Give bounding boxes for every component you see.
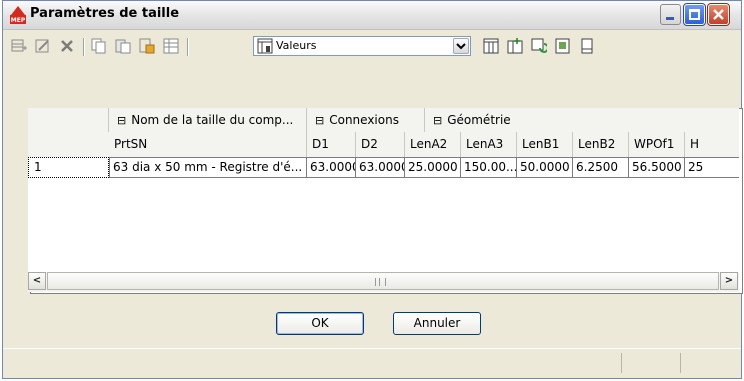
copy-icon[interactable]	[91, 38, 107, 54]
column-header-row: PrtSN D1 D2 LenA2 LenA3 LenB1 LenB2 WPOf…	[28, 132, 739, 158]
dropdown-button[interactable]	[453, 38, 469, 54]
page-icon[interactable]	[579, 38, 595, 54]
toolbar-separator	[187, 38, 189, 56]
table-cell[interactable]: 50.0000	[517, 157, 573, 178]
view-select[interactable]: Valeurs	[253, 36, 471, 56]
cancel-button[interactable]: Annuler	[393, 312, 481, 335]
arrow-left-icon: <	[32, 275, 42, 286]
column-group-header-row: ⊟ Nom de la taille du comp... ⊟ Connexions…	[28, 108, 739, 157]
title-bar[interactable]: MEP Paramètres de taille	[3, 1, 741, 30]
scrollbar-thumb[interactable]	[47, 272, 719, 290]
minimize-icon	[666, 17, 674, 20]
window-title: Paramètres de taille	[30, 6, 180, 21]
ok-button[interactable]: OK	[276, 312, 364, 335]
paste-icon[interactable]	[115, 38, 131, 54]
table-cell[interactable]: 63.0000	[356, 157, 405, 178]
horizontal-scrollbar[interactable]: < >	[28, 272, 739, 292]
group-header-connections[interactable]: ⊟ Connexions	[307, 108, 425, 132]
add-row-icon[interactable]	[11, 38, 27, 54]
edit-row-icon[interactable]	[35, 38, 51, 54]
grid-content: ⊟ Nom de la taille du comp... ⊟ Connexions…	[28, 108, 739, 272]
status-pane-divider	[621, 353, 622, 373]
group-header-size-name[interactable]: ⊟ Nom de la taille du comp...	[109, 108, 307, 132]
column-header[interactable]: D2	[356, 132, 405, 157]
maximize-icon	[689, 9, 700, 20]
add-column-icon[interactable]	[507, 38, 523, 54]
view-select-value: Valeurs	[276, 39, 317, 52]
table-icon[interactable]	[163, 38, 179, 54]
collapse-icon[interactable]: ⊟	[315, 114, 324, 127]
status-bar	[3, 348, 741, 378]
column-header[interactable]: PrtSN	[109, 132, 307, 157]
maximize-button[interactable]	[683, 3, 706, 26]
toolbar-separator	[83, 38, 85, 56]
collapse-icon[interactable]: ⊟	[117, 114, 126, 127]
group-header-geometry[interactable]: ⊟ Géométrie	[425, 108, 739, 132]
delete-icon[interactable]	[59, 38, 75, 54]
export-icon[interactable]	[555, 38, 571, 54]
table-cell[interactable]: 6.2500	[573, 157, 629, 178]
column-header[interactable]: LenB2	[573, 132, 629, 157]
table-cell[interactable]: 63.0000	[307, 157, 356, 178]
column-header[interactable]: D1	[307, 132, 356, 157]
table-cell[interactable]: 150.00...	[461, 157, 517, 178]
table-cell[interactable]: 63 dia x 50 mm - Registre d'é...	[109, 157, 307, 178]
column-header[interactable]: H	[685, 132, 739, 157]
grip-icon	[375, 278, 386, 286]
table-cell[interactable]: 25	[685, 157, 739, 178]
close-button[interactable]	[707, 3, 730, 26]
svg-text:MEP: MEP	[11, 17, 26, 24]
column-header[interactable]: LenB1	[517, 132, 573, 157]
mep-app-icon: MEP	[10, 6, 26, 24]
column-header[interactable]: LenA2	[405, 132, 461, 157]
arrow-right-icon: >	[724, 275, 734, 286]
scroll-left-button[interactable]: <	[28, 272, 46, 290]
column-icon[interactable]	[483, 38, 499, 54]
refresh-icon[interactable]	[531, 38, 547, 54]
table-cell[interactable]: 25.0000	[405, 157, 461, 178]
toolbar: Valeurs	[3, 30, 741, 62]
status-pane-divider	[680, 353, 681, 373]
row-index[interactable]: 1	[28, 157, 109, 178]
close-icon	[713, 9, 724, 20]
collapse-icon[interactable]: ⊟	[433, 114, 442, 127]
column-header[interactable]: WPOf1	[629, 132, 685, 157]
chevron-down-icon	[456, 43, 466, 50]
scroll-right-button[interactable]: >	[720, 272, 738, 290]
table-row[interactable]: 1 63 dia x 50 mm - Registre d'é... 63.00…	[28, 157, 739, 178]
minimize-button[interactable]	[660, 4, 681, 25]
table-view-icon	[257, 38, 273, 54]
table-cell[interactable]: 56.5000	[629, 157, 685, 178]
paste-special-icon[interactable]	[139, 38, 155, 54]
column-header[interactable]: LenA3	[461, 132, 517, 157]
